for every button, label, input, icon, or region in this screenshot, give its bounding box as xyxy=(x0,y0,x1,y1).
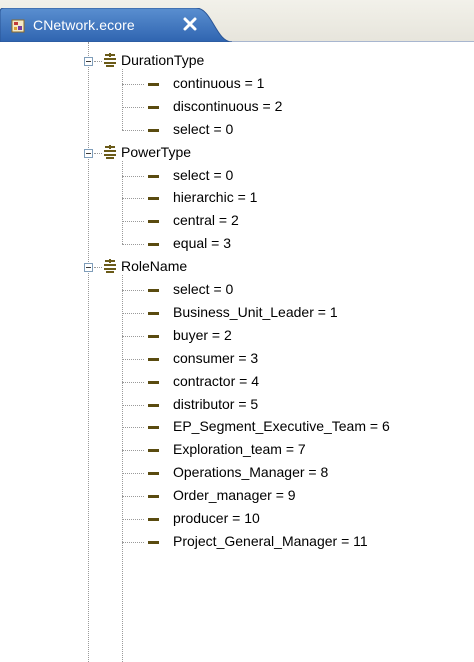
tree-node-literal[interactable]: continuous = 1 xyxy=(0,73,474,95)
tree-connector xyxy=(122,244,144,246)
tree-connector xyxy=(122,290,144,291)
tree-connector xyxy=(122,519,144,520)
enum-literal-icon xyxy=(148,105,159,109)
enum-literal-icon xyxy=(148,243,159,247)
tree-node-literal[interactable]: Operations_Manager = 8 xyxy=(0,462,474,484)
tree-node-literal[interactable]: buyer = 2 xyxy=(0,325,474,347)
enum-label: DurationType xyxy=(121,52,205,68)
tree-connector xyxy=(94,152,102,154)
tree-connector xyxy=(122,335,144,337)
enum-literal-icon xyxy=(148,472,159,476)
tree-connector xyxy=(122,496,144,498)
enum-literal-label: consumer = 3 xyxy=(173,349,259,366)
ecore-file-icon xyxy=(11,19,25,33)
tree-node-literal[interactable]: contractor = 4 xyxy=(0,371,474,393)
tree-node-literal[interactable]: discontinuous = 2 xyxy=(0,96,474,118)
tree-node-literal[interactable]: distributor = 5 xyxy=(0,394,474,416)
enum-literal-icon xyxy=(148,357,159,361)
tree-connector xyxy=(122,83,144,85)
enum-literal-icon xyxy=(148,311,159,315)
tree-connector xyxy=(122,129,144,131)
enum-literal-icon xyxy=(148,334,159,338)
tab-title: CNetwork.ecore xyxy=(33,17,135,33)
close-icon[interactable] xyxy=(182,16,198,32)
enum-icon xyxy=(104,259,116,274)
tree-node-literal[interactable]: select = 0 xyxy=(0,119,474,141)
enum-literal-icon xyxy=(148,518,159,521)
enum-literal-icon xyxy=(148,426,159,430)
tree-node-literal[interactable]: hierarchic = 1 xyxy=(0,187,474,209)
tree-connector xyxy=(122,175,144,177)
enum-literal-icon xyxy=(148,403,159,407)
enum-literal-icon xyxy=(148,449,159,453)
tree-connector xyxy=(122,450,144,452)
enum-label: RoleName xyxy=(121,258,188,275)
enum-literal-label: equal = 3 xyxy=(173,235,231,252)
tree-node-literal[interactable]: select = 0 xyxy=(0,165,474,187)
enum-label: PowerType xyxy=(121,143,192,160)
enum-literal-icon xyxy=(148,174,159,178)
enum-literal-icon xyxy=(148,540,159,544)
tree-node-literal[interactable]: Project_General_Manager = 11 xyxy=(0,531,474,553)
enum-literal-label: producer = 10 xyxy=(173,510,260,526)
tree-connector xyxy=(122,473,144,475)
tree-connector xyxy=(122,381,144,383)
tree-connector xyxy=(122,541,144,543)
tree-node-enum[interactable]: PowerType xyxy=(0,142,474,164)
tree-connector xyxy=(122,221,144,223)
tree-connector xyxy=(122,427,144,429)
enum-literal-label: hierarchic = 1 xyxy=(173,189,258,206)
enum-literal-label: select = 0 xyxy=(173,166,234,183)
tree-connector xyxy=(122,106,144,108)
tree-node-literal[interactable]: Exploration_team = 7 xyxy=(0,439,474,461)
enum-literal-label: buyer = 2 xyxy=(173,326,232,343)
enum-literal-label: central = 2 xyxy=(173,212,239,229)
enum-literal-label: discontinuous = 2 xyxy=(173,97,283,114)
enum-literal-label: Project_General_Manager = 11 xyxy=(173,532,368,549)
tree-node-literal[interactable]: Business_Unit_Leader = 1 xyxy=(0,302,474,324)
tree-node-enum[interactable]: DurationType xyxy=(0,50,474,72)
enum-literal-icon xyxy=(148,220,159,224)
enum-literal-label: EP_Segment_Executive_Team = 6 xyxy=(173,418,390,435)
tree-connector xyxy=(122,312,144,314)
tree-node-literal[interactable]: equal = 3 xyxy=(0,233,474,255)
enum-icon xyxy=(104,53,116,67)
enum-literal-label: Exploration_team = 7 xyxy=(173,441,306,458)
tree-connector xyxy=(122,198,144,200)
tree-node-literal[interactable]: central = 2 xyxy=(0,210,474,232)
collapse-toggle[interactable] xyxy=(84,263,93,273)
enum-literal-label: Business_Unit_Leader = 1 xyxy=(173,303,338,320)
enum-literal-icon xyxy=(148,197,159,201)
enum-literal-icon xyxy=(148,289,159,292)
enum-literal-icon xyxy=(148,380,159,384)
tree-connector xyxy=(94,61,102,62)
enum-literal-label: continuous = 1 xyxy=(173,74,265,91)
editor-tab[interactable]: CNetwork.ecore xyxy=(0,8,232,42)
editor-tab-bar: CNetwork.ecore xyxy=(0,0,474,42)
tree-node-literal[interactable]: producer = 10 xyxy=(0,508,474,530)
enum-literal-label: contractor = 4 xyxy=(173,372,259,389)
tree-connector xyxy=(122,404,144,406)
enum-literal-icon xyxy=(148,82,159,86)
tree-node-literal[interactable]: EP_Segment_Executive_Team = 6 xyxy=(0,416,474,438)
tree-node-literal[interactable]: select = 0 xyxy=(0,279,474,301)
tree-connector xyxy=(94,267,102,269)
enum-literal-icon xyxy=(148,128,159,132)
enum-literal-label: distributor = 5 xyxy=(173,395,259,412)
tree-node-literal[interactable]: consumer = 3 xyxy=(0,348,474,370)
ecore-editor-window: CNetwork.ecore DurationType continuous = … xyxy=(0,0,474,662)
tree-node-enum[interactable]: RoleName xyxy=(0,256,474,278)
enum-literal-label: Operations_Manager = 8 xyxy=(173,464,329,481)
collapse-toggle[interactable] xyxy=(84,148,93,158)
tree-connector xyxy=(122,358,144,360)
enum-literal-label: select = 0 xyxy=(173,120,234,137)
ecore-tree: DurationType continuous = 1 discontinuous … xyxy=(0,42,474,662)
enum-literal-icon xyxy=(148,495,159,499)
collapse-toggle[interactable] xyxy=(84,57,93,66)
enum-literal-label: Order_manager = 9 xyxy=(173,487,296,504)
enum-literal-label: select = 0 xyxy=(173,281,234,297)
tree-node-literal[interactable]: Order_manager = 9 xyxy=(0,485,474,507)
enum-icon xyxy=(104,144,116,159)
